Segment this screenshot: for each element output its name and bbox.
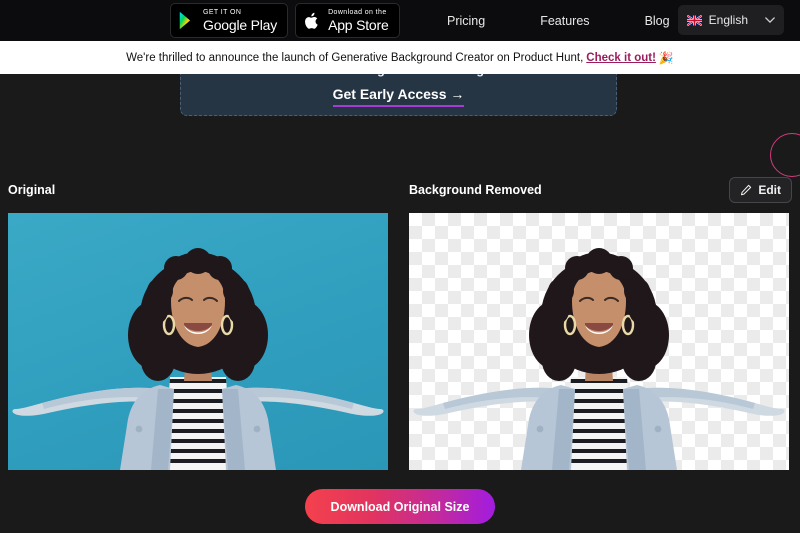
download-button-row: Download Original Size (0, 489, 800, 524)
compare-header: Original Background Removed Edit (0, 177, 800, 209)
google-play-badge-title: Google Play (203, 17, 278, 33)
app-store-badge-small-text: Download on the (328, 9, 387, 16)
original-image-pane[interactable] (8, 213, 388, 470)
google-play-badge-small-text: GET IT ON (203, 9, 242, 16)
language-label: English (708, 13, 748, 27)
announcement-text: We're thrilled to announce the launch of… (126, 51, 584, 64)
get-early-access-link[interactable]: Get Early Access → (332, 86, 465, 107)
nav-item-pricing[interactable]: Pricing (447, 14, 485, 28)
original-label: Original (8, 183, 56, 197)
party-popper-icon: 🎉 (658, 50, 674, 65)
top-navigation-bar: GET IT ON Google Play Download on the Ap… (0, 0, 800, 41)
announcement-link[interactable]: Check it out! (586, 52, 656, 64)
chevron-down-icon (765, 17, 775, 23)
background-removed-image-pane[interactable] (409, 213, 789, 470)
app-store-badge[interactable]: Download on the App Store (295, 3, 400, 38)
uk-flag-icon (686, 14, 702, 26)
original-photo-subject (12, 248, 384, 470)
apple-icon (305, 12, 318, 29)
edit-button-label: Edit (758, 183, 781, 197)
store-badges: GET IT ON Google Play Download on the Ap… (170, 3, 400, 38)
download-original-size-button[interactable]: Download Original Size (304, 489, 496, 524)
pencil-icon (741, 184, 752, 196)
removed-photo-subject (413, 248, 785, 470)
nav-item-blog[interactable]: Blog (645, 14, 670, 28)
image-comparison-row (0, 213, 800, 470)
app-page: GET IT ON Google Play Download on the Ap… (0, 0, 800, 533)
google-play-badge[interactable]: GET IT ON Google Play (170, 3, 289, 38)
nav-links: Pricing Features Blog (447, 0, 670, 41)
nav-item-features[interactable]: Features (540, 14, 589, 28)
language-selector[interactable]: English (677, 5, 784, 35)
announcement-banner: We're thrilled to announce the launch of… (0, 41, 800, 74)
google-play-icon (179, 12, 191, 29)
app-store-badge-title: App Store (328, 17, 389, 33)
edit-button[interactable]: Edit (729, 177, 792, 203)
background-removed-label: Background Removed (409, 183, 542, 197)
decorative-circle (770, 133, 800, 177)
